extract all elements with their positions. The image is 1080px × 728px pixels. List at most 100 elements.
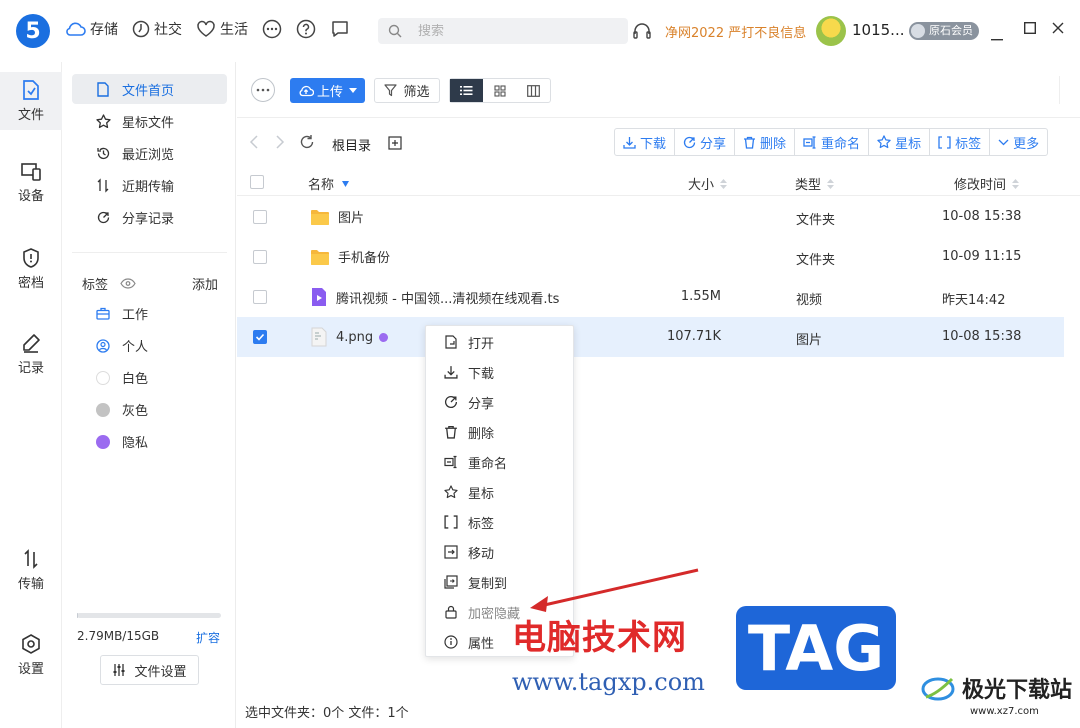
- sidebar-item-home[interactable]: 文件首页: [72, 74, 227, 104]
- eye-icon[interactable]: [120, 278, 136, 289]
- column-header-name[interactable]: 名称: [308, 174, 350, 193]
- table-row[interactable]: 图片 文件夹 10-08 15:38: [237, 197, 1064, 237]
- file-icon: [23, 80, 39, 100]
- sidebar-item-shares[interactable]: 分享记录: [72, 202, 227, 232]
- column-header-size[interactable]: 大小: [688, 174, 728, 193]
- row-checkbox[interactable]: [253, 250, 267, 264]
- row-checkbox[interactable]: [253, 330, 267, 344]
- table-row[interactable]: 4.png 107.71K 图片 10-08 15:38: [237, 317, 1064, 357]
- rail-item-files[interactable]: 文件: [0, 72, 62, 130]
- tag-item-private-label: 隐私: [122, 436, 149, 451]
- file-settings-button[interactable]: 文件设置: [100, 655, 199, 685]
- tag-item-personal[interactable]: 个人: [96, 336, 148, 355]
- search-input[interactable]: [418, 23, 618, 39]
- video-file-icon: [312, 288, 326, 306]
- title-bar: 5 存储 社交 生活 净网2022 严打不良信息 1015... 原石会员: [0, 0, 1080, 62]
- column-header-type[interactable]: 类型: [795, 174, 835, 193]
- service-button[interactable]: [632, 21, 652, 45]
- menu-item-star[interactable]: 星标: [426, 477, 573, 507]
- member-badge-label: 原石会员: [929, 24, 973, 37]
- action-download-label: 下载: [640, 136, 667, 152]
- rail-item-notes[interactable]: 记录: [0, 332, 62, 376]
- menu-item-tag[interactable]: 标签: [426, 507, 573, 537]
- rail-item-devices[interactable]: 设备: [0, 162, 62, 204]
- column-header-mtime[interactable]: 修改时间: [954, 174, 1020, 193]
- filter-button-label: 筛选: [403, 85, 430, 100]
- view-mode-group: [449, 78, 551, 103]
- nav-storage[interactable]: 存储: [64, 19, 118, 39]
- help-button[interactable]: [296, 19, 316, 39]
- file-mtime: 昨天14:42: [942, 293, 1006, 308]
- action-share-button[interactable]: 分享: [675, 129, 736, 155]
- select-all-checkbox[interactable]: [250, 175, 264, 189]
- back-button[interactable]: [249, 134, 259, 154]
- action-tag-button[interactable]: 标签: [930, 129, 991, 155]
- expand-storage-link[interactable]: 扩容: [196, 629, 220, 646]
- menu-item-share[interactable]: 分享: [426, 387, 573, 417]
- tag-item-private[interactable]: 隐私: [96, 432, 148, 451]
- sidebar-item-starred-label: 星标文件: [122, 115, 175, 131]
- table-row[interactable]: 手机备份 文件夹 10-09 11:15: [237, 237, 1064, 277]
- action-delete-button[interactable]: 删除: [735, 129, 796, 155]
- sidebar-item-recent[interactable]: 最近浏览: [72, 138, 227, 168]
- table-row[interactable]: 腾讯视频 - 中国领...清视频在线观看.ts 1.55M 视频 昨天14:42: [237, 277, 1064, 317]
- promo-text[interactable]: 净网2022 严打不良信息: [665, 22, 806, 41]
- tag-item-white[interactable]: 白色: [96, 368, 148, 387]
- action-download-button[interactable]: 下载: [615, 129, 676, 155]
- menu-item-open[interactable]: 打开: [426, 327, 573, 357]
- nav-life[interactable]: 生活: [196, 19, 248, 39]
- watermark-xz-name: 极光下载站: [962, 678, 1073, 703]
- menu-item-properties-label: 属性: [468, 636, 495, 652]
- action-more-label: 更多: [1013, 136, 1040, 152]
- menu-item-download[interactable]: 下载: [426, 357, 573, 387]
- message-button[interactable]: [330, 19, 350, 39]
- columns-icon: [526, 84, 540, 97]
- tag-item-work[interactable]: 工作: [96, 304, 148, 323]
- column-view-button[interactable]: [517, 79, 550, 102]
- sidebar-item-transfers[interactable]: 近期传输: [72, 170, 227, 200]
- storage-bar: [77, 613, 221, 618]
- column-header-size-label: 大小: [688, 178, 715, 193]
- chevron-down-icon: [998, 139, 1009, 145]
- action-rename-button[interactable]: 重命名: [795, 129, 870, 155]
- rail-item-vault[interactable]: 密档: [0, 247, 62, 291]
- action-more-button[interactable]: 更多: [990, 129, 1047, 155]
- breadcrumb-root[interactable]: 根目录: [332, 135, 371, 154]
- member-badge[interactable]: 原石会员: [909, 22, 979, 40]
- file-type: 文件夹: [796, 213, 836, 228]
- new-folder-button[interactable]: [388, 136, 402, 154]
- search-box[interactable]: [378, 18, 628, 44]
- refresh-button[interactable]: [299, 134, 315, 154]
- minimize-button[interactable]: [991, 30, 1003, 45]
- rail-item-settings-label: 设置: [17, 662, 44, 677]
- row-checkbox[interactable]: [253, 210, 267, 224]
- rail-item-transfer[interactable]: 传输: [0, 548, 62, 592]
- maximize-button[interactable]: [1023, 21, 1037, 38]
- file-name: 4.png: [336, 329, 374, 345]
- username[interactable]: 1015...: [852, 21, 904, 39]
- avatar[interactable]: [816, 16, 846, 46]
- more-options-button[interactable]: [251, 78, 275, 102]
- sidebar-item-starred[interactable]: 星标文件: [72, 106, 227, 136]
- grid-view-button[interactable]: [483, 79, 516, 102]
- rail-item-settings[interactable]: 设置: [0, 633, 62, 677]
- app-logo[interactable]: 5: [16, 14, 50, 48]
- menu-item-delete[interactable]: 删除: [426, 417, 573, 447]
- table-header: 名称 大小 类型 修改时间: [237, 168, 1080, 196]
- file-size: 1.55M: [680, 289, 721, 304]
- action-star-button[interactable]: 星标: [869, 129, 931, 155]
- file-type: 图片: [796, 333, 823, 348]
- menu-item-rename[interactable]: 重命名: [426, 447, 573, 477]
- file-mtime: 10-08 15:38: [942, 209, 1022, 224]
- list-view-button[interactable]: [450, 79, 484, 102]
- tag-item-gray[interactable]: 灰色: [96, 400, 148, 419]
- sidebar-divider: [72, 252, 227, 253]
- upload-button[interactable]: 上传: [290, 78, 365, 103]
- filter-button[interactable]: 筛选: [374, 78, 440, 103]
- more-apps-button[interactable]: [262, 19, 282, 39]
- row-checkbox[interactable]: [253, 290, 267, 304]
- add-tag-button[interactable]: 添加: [192, 274, 218, 293]
- nav-social[interactable]: 社交: [132, 19, 182, 39]
- close-button[interactable]: [1052, 22, 1064, 38]
- forward-button[interactable]: [275, 134, 285, 154]
